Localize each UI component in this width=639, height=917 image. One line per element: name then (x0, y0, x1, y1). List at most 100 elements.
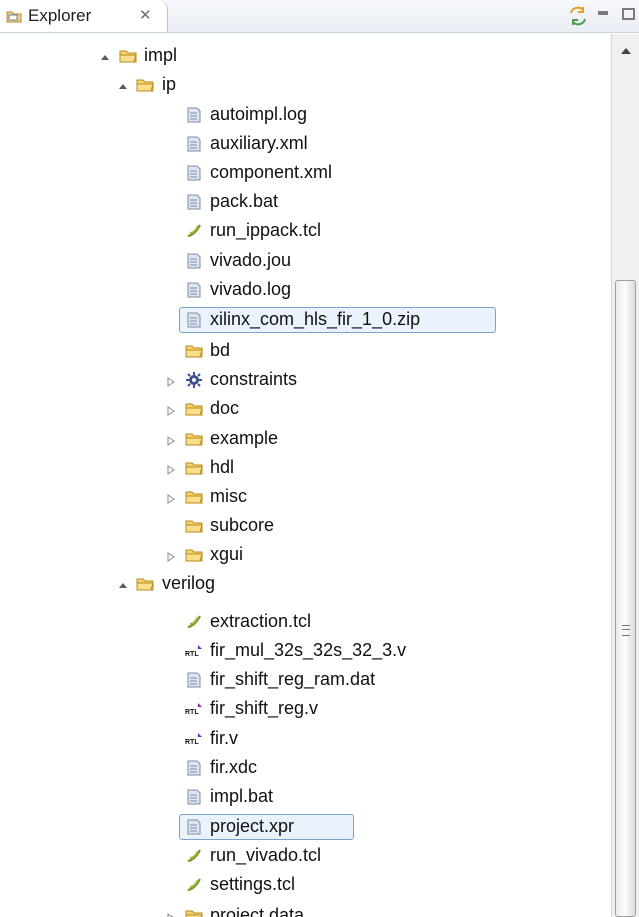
tree-row[interactable]: doc (0, 395, 608, 424)
tree-item-label: autoimpl.log (210, 104, 308, 124)
minimize-icon[interactable] (598, 11, 608, 15)
constraints-folder-icon (185, 372, 203, 388)
tree-item-label: project.xpr (210, 816, 295, 836)
tree-item-label: run_ippack.tcl (210, 220, 322, 240)
text-file-icon (185, 165, 203, 181)
tree-row[interactable]: example (0, 425, 608, 454)
close-icon[interactable]: ✕ (139, 6, 152, 24)
tree-row[interactable]: impl (0, 42, 608, 71)
folder-open-icon (185, 460, 203, 476)
explorer-tab-title: Explorer (28, 6, 92, 25)
rtl-file-icon: RTL (185, 643, 203, 659)
expanded-arrow-icon[interactable] (118, 578, 128, 588)
tree-item-label: project.data (210, 905, 305, 917)
tree-row[interactable]: auxiliary.xml (0, 130, 608, 159)
tree-row[interactable]: settings.tcl (0, 871, 608, 900)
tree-item-label: extraction.tcl (210, 611, 312, 631)
text-file-icon (185, 282, 203, 298)
text-file-icon (185, 672, 203, 688)
tree-row[interactable]: impl.bat (0, 783, 608, 812)
tree-item-label: fir_mul_32s_32s_32_3.v (210, 640, 407, 660)
tree-item-label: vivado.jou (210, 250, 292, 270)
svg-text:RTL: RTL (185, 709, 199, 716)
vertical-scrollbar[interactable] (611, 34, 639, 917)
tree-item-label: subcore (210, 515, 275, 535)
text-file-icon (185, 253, 203, 269)
explorer-view: Explorer ✕ impl ip autoimpl.log auxiliary.x… (0, 0, 639, 917)
collapsed-arrow-icon[interactable] (166, 491, 176, 504)
tcl-script-icon (185, 848, 203, 864)
folder-open-icon (136, 77, 154, 93)
tree-item-label: run_vivado.tcl (210, 845, 322, 865)
folder-open-icon (185, 489, 203, 505)
folder-open-icon (185, 908, 203, 917)
tree-row[interactable]: misc (0, 483, 608, 512)
explorer-tab[interactable]: Explorer ✕ (0, 0, 168, 32)
tree-row[interactable]: fir.xdc (0, 754, 608, 783)
tcl-script-icon (185, 614, 203, 630)
tree-item-label: impl.bat (210, 786, 274, 806)
tree-row[interactable]: subcore (0, 512, 608, 541)
tree-item-label: settings.tcl (210, 874, 296, 894)
tree-item-label: bd (210, 340, 231, 360)
collapsed-arrow-icon[interactable] (166, 403, 176, 416)
tree-row[interactable]: project.data (0, 902, 608, 917)
tree-row[interactable]: xilinx_com_hls_fir_1_0.zip (0, 306, 608, 335)
tree-row[interactable]: vivado.jou (0, 247, 608, 276)
tree-row[interactable]: ip (0, 71, 608, 100)
rtl-file-icon: RTL (185, 701, 203, 717)
tree-item-label: example (210, 428, 279, 448)
tree-row[interactable]: RTL fir_shift_reg.v (0, 695, 608, 724)
tree-item-label: fir_shift_reg.v (210, 698, 319, 718)
tree-row[interactable]: hdl (0, 454, 608, 483)
tree-row[interactable]: autoimpl.log (0, 101, 608, 130)
tree-row[interactable]: pack.bat (0, 188, 608, 217)
view-tab-bar: Explorer ✕ (0, 0, 639, 33)
collapsed-arrow-icon[interactable] (166, 910, 176, 917)
tree-row[interactable]: xgui (0, 541, 608, 570)
tree-item-label: fir_shift_reg_ram.dat (210, 669, 376, 689)
text-file-icon (185, 819, 203, 835)
scrollbar-thumb[interactable] (615, 280, 636, 917)
folder-open-icon (136, 576, 154, 592)
tree-item-label: misc (210, 486, 247, 506)
tree-item-label: auxiliary.xml (210, 133, 308, 153)
folder-open-icon (185, 431, 203, 447)
collapsed-arrow-icon[interactable] (166, 374, 176, 387)
tree-item-label: verilog (162, 573, 216, 593)
file-tree: impl ip autoimpl.log auxiliary.xml component… (0, 42, 608, 917)
tcl-script-icon (185, 223, 203, 239)
tree-row[interactable]: fir_shift_reg_ram.dat (0, 666, 608, 695)
folder-open-icon (119, 48, 137, 64)
expanded-arrow-icon[interactable] (118, 79, 128, 89)
tree-row[interactable]: project.xpr (0, 813, 608, 842)
svg-text:RTL: RTL (185, 651, 199, 658)
tree-row[interactable]: RTL fir_mul_32s_32s_32_3.v (0, 637, 608, 666)
text-file-icon (185, 760, 203, 776)
tree-item-label: component.xml (210, 162, 333, 182)
tree-row[interactable]: run_vivado.tcl (0, 842, 608, 871)
expanded-arrow-icon[interactable] (100, 50, 110, 60)
text-file-icon (185, 107, 203, 123)
tree-row[interactable]: verilog (0, 570, 608, 599)
tree-item-label: fir.v (210, 728, 239, 748)
tree-row[interactable]: constraints (0, 366, 608, 395)
tree-item-label: ip (162, 74, 177, 94)
link-with-editor-icon[interactable] (567, 5, 589, 27)
tree-row[interactable]: RTL fir.v (0, 725, 608, 754)
tree-item-label: hdl (210, 457, 235, 477)
tree-row[interactable]: bd (0, 337, 608, 366)
collapsed-arrow-icon[interactable] (166, 462, 176, 475)
tree-row[interactable]: extraction.tcl (0, 608, 608, 637)
tree-row[interactable]: vivado.log (0, 276, 608, 305)
rtl-file-icon: RTL (185, 731, 203, 747)
collapsed-arrow-icon[interactable] (166, 433, 176, 446)
maximize-icon[interactable] (622, 8, 635, 20)
text-file-icon (185, 194, 203, 210)
scroll-up-arrow-icon[interactable] (621, 48, 631, 54)
tree-row[interactable]: run_ippack.tcl (0, 217, 608, 246)
text-file-icon (185, 136, 203, 152)
collapsed-arrow-icon[interactable] (166, 549, 176, 562)
tcl-script-icon (185, 877, 203, 893)
tree-row[interactable]: component.xml (0, 159, 608, 188)
